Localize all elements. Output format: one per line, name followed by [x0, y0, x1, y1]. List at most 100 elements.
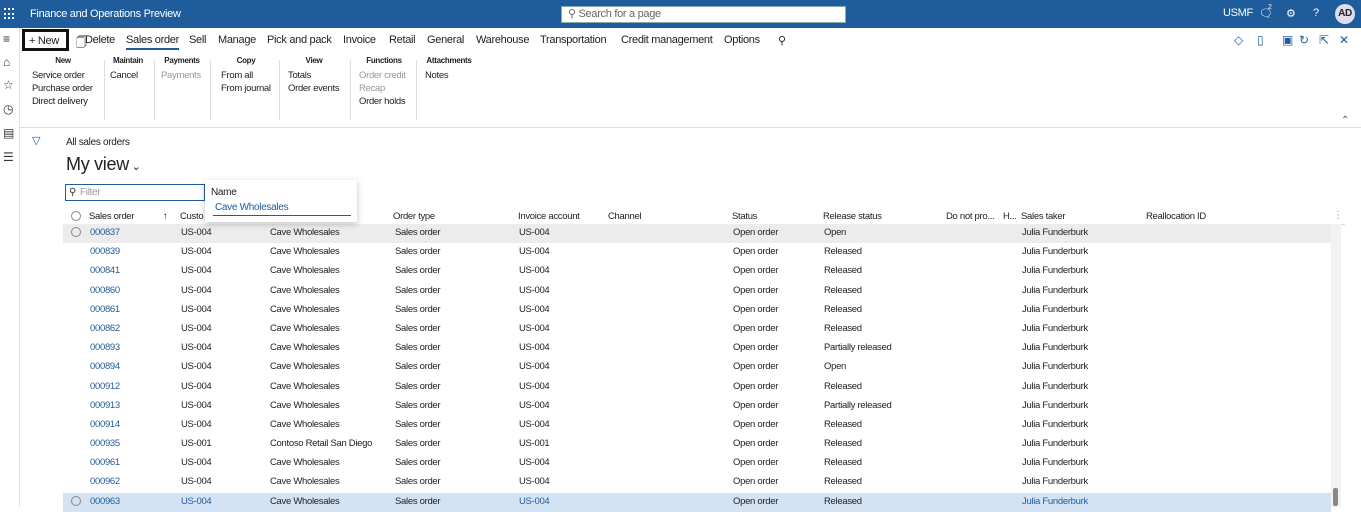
order-credit-button[interactable]: Order credit	[359, 69, 409, 82]
col-sales-taker[interactable]: Sales taker	[1021, 211, 1066, 222]
direct-delivery-button[interactable]: Direct delivery	[32, 95, 94, 108]
row-select-radio[interactable]	[71, 495, 81, 506]
col-h[interactable]: H...	[1003, 211, 1017, 222]
sales-order-link[interactable]: 000861	[90, 304, 120, 315]
notes-button[interactable]: Notes	[425, 69, 473, 82]
attachments-icon[interactable]: ▣	[1282, 33, 1293, 47]
sort-arrow-icon[interactable]: ↑	[163, 211, 168, 222]
table-row[interactable]: 000914 US-004 Cave Wholesales Sales order US…	[63, 416, 1331, 435]
table-row[interactable]: 000860 US-004 Cave Wholesales Sales order US…	[63, 282, 1331, 301]
cancel-button[interactable]: Cancel	[110, 69, 146, 82]
filter-input[interactable]: ⚲ Filter	[65, 184, 205, 201]
recent-icon[interactable]: ◷	[3, 102, 13, 116]
sales-order-link[interactable]: 000860	[90, 285, 120, 296]
help-icon[interactable]: ?	[1313, 7, 1319, 19]
office-icon[interactable]: ▯	[1257, 33, 1264, 47]
table-row[interactable]: 000893 US-004 Cave Wholesales Sales order US…	[63, 339, 1331, 358]
recap-button[interactable]: Recap	[359, 82, 409, 95]
col-order-type[interactable]: Order type	[393, 211, 435, 222]
refresh-icon[interactable]: ↻	[1299, 33, 1309, 47]
col-customer[interactable]: Custo	[180, 211, 204, 222]
vertical-scrollbar[interactable]	[1331, 224, 1341, 507]
col-channel[interactable]: Channel	[608, 211, 642, 222]
suggestion-value[interactable]: Cave Wholesales	[213, 202, 351, 216]
hamburger-icon[interactable]: ≡	[3, 32, 10, 46]
home-icon[interactable]: ⌂	[3, 55, 10, 69]
tab-sell[interactable]: Sell	[189, 34, 206, 46]
sales-order-link[interactable]: 000839	[90, 246, 120, 257]
filter-pane-icon[interactable]: ▽	[32, 134, 40, 147]
sales-order-link[interactable]: 000837	[90, 227, 120, 238]
column-options-icon[interactable]: ⋮	[1333, 210, 1343, 221]
sales-order-link[interactable]: 000935	[90, 438, 120, 449]
company-picker[interactable]: USMF	[1223, 7, 1253, 19]
table-row[interactable]: 000935 US-001 Contoso Retail San Diego Sale…	[63, 435, 1331, 454]
from-all-button[interactable]: From all	[221, 69, 271, 82]
app-launcher-icon[interactable]	[4, 8, 16, 20]
collapse-ribbon-icon[interactable]: ⌃	[1341, 115, 1349, 126]
row-select-radio[interactable]	[71, 227, 81, 237]
workspaces-icon[interactable]: ▤	[3, 126, 14, 140]
table-row[interactable]: 000839 US-004 Cave Wholesales Sales order US…	[63, 243, 1331, 262]
col-status[interactable]: Status	[732, 211, 757, 222]
diamond-icon[interactable]: ◇	[1234, 33, 1243, 47]
favorites-icon[interactable]: ☆	[3, 78, 14, 92]
sales-order-link[interactable]: 000841	[90, 265, 120, 276]
service-order-button[interactable]: Service order	[32, 69, 94, 82]
order-events-button[interactable]: Order events	[288, 82, 340, 95]
sales-order-link[interactable]: 000914	[90, 419, 120, 430]
sales-order-link[interactable]: 000912	[90, 381, 120, 392]
table-row[interactable]: 000962 US-004 Cave Wholesales Sales order US…	[63, 473, 1331, 492]
sales-order-link[interactable]: 000894	[90, 361, 120, 372]
col-invoice-account[interactable]: Invoice account	[518, 211, 580, 222]
totals-button[interactable]: Totals	[288, 69, 340, 82]
col-sales-order[interactable]: Sales order	[89, 211, 135, 222]
col-reallocation-id[interactable]: Reallocation ID	[1146, 211, 1206, 222]
table-row[interactable]: 000913 US-004 Cave Wholesales Sales order US…	[63, 397, 1331, 416]
sales-order-link[interactable]: 000962	[90, 476, 120, 487]
new-button[interactable]: + New	[22, 29, 69, 51]
invoice-account-cell: US-004	[519, 380, 550, 392]
modules-icon[interactable]: ☰	[3, 150, 14, 164]
table-row[interactable]: 000862 US-004 Cave Wholesales Sales order US…	[63, 320, 1331, 339]
tab-sales-order[interactable]: Sales order	[126, 34, 179, 50]
status-cell: Open order	[733, 246, 779, 258]
tab-retail[interactable]: Retail	[389, 34, 416, 46]
table-row[interactable]: 000963 US-004 Cave Wholesales Sales order US…	[63, 492, 1331, 512]
order-holds-button[interactable]: Order holds	[359, 95, 409, 108]
sales-order-link[interactable]: 000913	[90, 400, 120, 411]
payments-button[interactable]: Payments	[161, 69, 203, 82]
scrollbar-thumb[interactable]	[1333, 488, 1338, 506]
sales-order-link[interactable]: 000893	[90, 342, 120, 353]
tab-transportation[interactable]: Transportation	[540, 34, 607, 46]
col-do-not-process[interactable]: Do not pro...	[946, 211, 995, 222]
search-actions-icon[interactable]: ⚲	[778, 34, 786, 47]
table-row[interactable]: 000912 US-004 Cave Wholesales Sales order US…	[63, 378, 1331, 397]
avatar[interactable]: AD	[1335, 4, 1355, 24]
select-all-radio[interactable]	[71, 211, 81, 221]
tab-pick-and-pack[interactable]: Pick and pack	[267, 34, 332, 46]
table-row[interactable]: 000861 US-004 Cave Wholesales Sales order US…	[63, 301, 1331, 320]
view-selector[interactable]: My view ⌄	[66, 154, 141, 175]
delete-button[interactable]: Delete	[85, 34, 115, 46]
sales-order-link[interactable]: 000862	[90, 323, 120, 334]
table-row[interactable]: 000894 US-004 Cave Wholesales Sales order US…	[63, 358, 1331, 377]
sales-order-link[interactable]: 000961	[90, 457, 120, 468]
purchase-order-button[interactable]: Purchase order	[32, 82, 94, 95]
tab-credit-management[interactable]: Credit management	[621, 34, 713, 46]
from-journal-button[interactable]: From journal	[221, 82, 271, 95]
popout-icon[interactable]: ⇱	[1319, 33, 1329, 47]
close-icon[interactable]: ✕	[1339, 33, 1349, 47]
table-row[interactable]: 000841 US-004 Cave Wholesales Sales order US…	[63, 262, 1331, 281]
tab-options[interactable]: Options	[724, 34, 760, 46]
tab-general[interactable]: General	[427, 34, 464, 46]
tab-manage[interactable]: Manage	[218, 34, 256, 46]
table-row[interactable]: 000837 US-004 Cave Wholesales Sales order US…	[63, 224, 1331, 244]
gear-icon[interactable]: ⚙	[1286, 7, 1296, 20]
search-input[interactable]: ⚲ Search for a page	[561, 6, 846, 23]
table-row[interactable]: 000961 US-004 Cave Wholesales Sales order US…	[63, 454, 1331, 473]
tab-warehouse[interactable]: Warehouse	[476, 34, 529, 46]
col-release-status[interactable]: Release status	[823, 211, 882, 222]
sales-order-link[interactable]: 000963	[90, 496, 120, 507]
tab-invoice[interactable]: Invoice	[343, 34, 376, 46]
